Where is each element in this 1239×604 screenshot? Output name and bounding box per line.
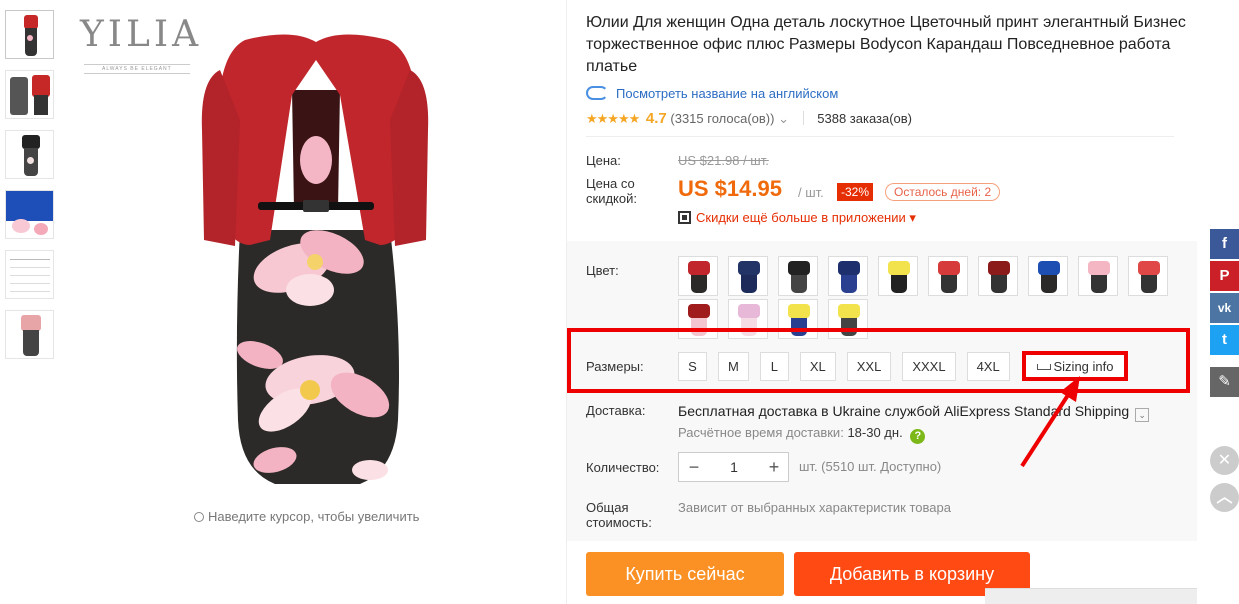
- divider: [586, 136, 1174, 137]
- color-swatch[interactable]: [928, 256, 968, 296]
- translate-title-link[interactable]: Посмотреть название на английском: [586, 86, 838, 101]
- thumbnail[interactable]: [5, 310, 54, 359]
- price-label: Цена:: [586, 153, 621, 168]
- color-label: Цвет:: [586, 263, 619, 278]
- thumbnail[interactable]: [5, 250, 54, 299]
- translate-icon: [586, 86, 608, 100]
- current-price: US $14.95: [678, 176, 782, 201]
- shipping-label: Доставка:: [586, 403, 646, 418]
- rating-value: 4.7: [645, 110, 667, 127]
- total-value: Зависит от выбранных характеристик товар…: [678, 500, 951, 515]
- color-swatch[interactable]: [1128, 256, 1168, 296]
- shipping-method[interactable]: Бесплатная доставка в Ukraine службой Al…: [678, 403, 1150, 422]
- thumbnail[interactable]: [5, 130, 54, 179]
- sizing-info-button[interactable]: Sizing info: [1022, 351, 1128, 381]
- color-swatch[interactable]: [678, 256, 718, 296]
- quantity-stepper: − 1 +: [678, 452, 789, 482]
- color-swatch[interactable]: [1028, 256, 1068, 296]
- main-product-image[interactable]: YILIA ALWAYS BE ELEGANT Наведите курсор,…: [70, 0, 560, 540]
- size-options: S M L XL XXL XXXL 4XL: [678, 352, 1021, 381]
- quantity-input[interactable]: 1: [709, 453, 759, 481]
- quantity-label: Количество:: [586, 460, 660, 475]
- zoom-hint: Наведите курсор, чтобы увеличить: [194, 509, 419, 524]
- app-discount-link[interactable]: Скидки ещё больше в приложении ▾: [678, 210, 916, 226]
- votes-count[interactable]: (3315 голоса(ов)): [670, 111, 774, 126]
- orders-count: 5388 заказа(ов): [817, 111, 913, 126]
- size-option-m[interactable]: M: [718, 352, 749, 381]
- rating-row: ★★★★★ 4.7 (3315 голоса(ов)) ⌄ 5388 заказ…: [586, 110, 912, 127]
- old-price: US $21.98 / шт.: [678, 153, 769, 168]
- product-title: Юлии Для женщин Одна деталь лоскутное Цв…: [586, 14, 1186, 75]
- buy-now-button[interactable]: Купить сейчас: [586, 552, 784, 596]
- bottom-popup-edge: [985, 588, 1197, 604]
- product-detail-panel: Юлии Для женщин Одна деталь лоскутное Цв…: [566, 0, 1197, 604]
- divider: [802, 111, 804, 125]
- qr-code-icon: [678, 211, 691, 224]
- size-option-l[interactable]: L: [759, 352, 789, 381]
- quantity-available: шт. (5510 шт. Доступно): [799, 459, 942, 474]
- size-option-xxl[interactable]: XXL: [846, 352, 892, 381]
- discount-price-label: Цена со скидкой:: [586, 176, 637, 206]
- thumbnail[interactable]: [5, 190, 54, 239]
- color-swatch[interactable]: [1078, 256, 1118, 296]
- days-left-badge: Осталось дней: 2: [885, 183, 1001, 201]
- magnifier-icon: [194, 512, 204, 522]
- pinterest-icon[interactable]: P: [1210, 261, 1239, 291]
- color-swatch[interactable]: [978, 256, 1018, 296]
- vk-icon[interactable]: vk: [1210, 293, 1239, 323]
- color-swatch[interactable]: [778, 256, 818, 296]
- thumbnail[interactable]: [5, 10, 54, 59]
- social-share-bar: f P vk t ✎: [1210, 229, 1239, 399]
- size-option-s[interactable]: S: [678, 352, 707, 381]
- chevron-down-icon[interactable]: ⌄: [1135, 408, 1150, 422]
- total-label: Общая стоимость:: [586, 500, 652, 530]
- quantity-decrease-button[interactable]: −: [679, 453, 709, 481]
- dress-illustration: [201, 34, 429, 484]
- thumbnail-list: [5, 10, 55, 370]
- delivery-time: Расчётное время доставки: 18-30 дн. ?: [678, 425, 926, 444]
- delivery-days: 18-30 дн.: [847, 425, 903, 440]
- close-icon[interactable]: ✕: [1210, 446, 1239, 475]
- size-option-xxxl[interactable]: XXXL: [902, 352, 956, 381]
- discount-badge: -32%: [837, 183, 874, 201]
- scroll-up-icon[interactable]: ︿: [1210, 483, 1239, 512]
- chevron-down-icon[interactable]: ⌄: [778, 111, 789, 126]
- price-unit: / шт.: [798, 185, 824, 200]
- color-swatch[interactable]: [828, 256, 868, 296]
- color-swatch[interactable]: [878, 256, 918, 296]
- ruler-icon: [1036, 364, 1051, 370]
- color-swatch[interactable]: [728, 256, 768, 296]
- sizes-label: Размеры:: [586, 359, 644, 374]
- size-option-4xl[interactable]: 4XL: [966, 352, 1010, 381]
- rating-stars: ★★★★★: [586, 111, 640, 126]
- product-page: YILIA ALWAYS BE ELEGANT Наведите курсор,…: [0, 0, 1239, 604]
- quantity-increase-button[interactable]: +: [759, 453, 789, 481]
- facebook-icon[interactable]: f: [1210, 229, 1239, 259]
- thumbnail[interactable]: [5, 70, 54, 119]
- size-option-xl[interactable]: XL: [799, 352, 836, 381]
- twitter-icon[interactable]: t: [1210, 325, 1239, 355]
- edit-icon[interactable]: ✎: [1210, 367, 1239, 397]
- help-icon[interactable]: ?: [910, 429, 926, 444]
